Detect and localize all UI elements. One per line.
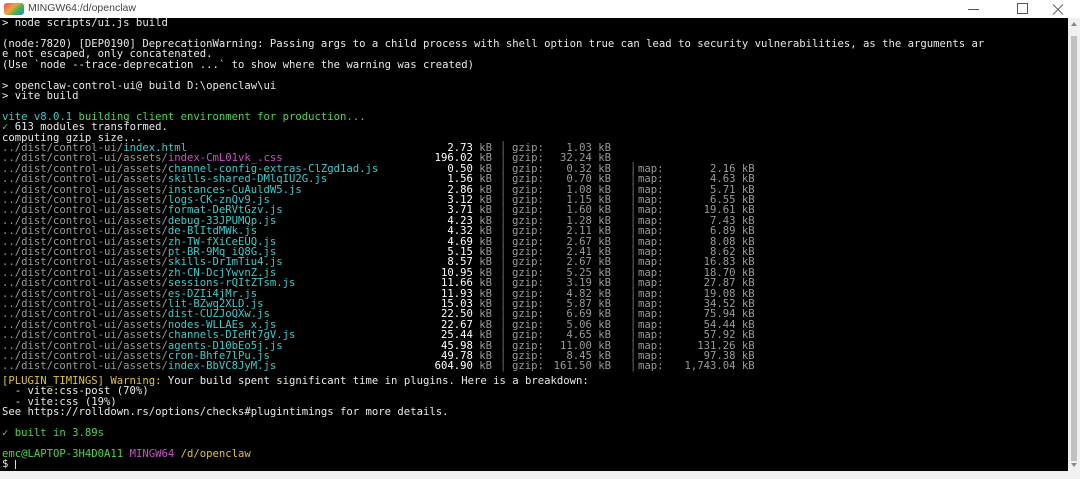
scroll-down-arrow-icon[interactable] <box>1071 463 1077 467</box>
file-name: index-BbVC8JyM.js <box>167 360 277 373</box>
gzip-value: 161.50 <box>553 360 592 373</box>
title-bar: MINGW64:/d/openclaw <box>0 0 1080 18</box>
minimize-icon[interactable] <box>950 0 996 18</box>
column-separator: │ <box>630 360 637 373</box>
map-value: 1,743.04 <box>684 360 736 373</box>
terminal-output[interactable]: > node scripts/ui.js build (node:7820) [… <box>0 18 1068 471</box>
close-icon[interactable] <box>1034 0 1080 18</box>
prompt-system: MINGW64 <box>123 447 175 460</box>
prompt-symbol: $ <box>2 458 15 471</box>
column-separator: │ <box>500 360 507 373</box>
terminal-line: See https://rolldown.rs/options/checks#p… <box>2 406 449 419</box>
map-size: map: 1,743.04 kB <box>638 360 755 373</box>
map-label: map: <box>638 360 664 373</box>
terminal-line: (Use `node --trace-deprecation ...` to s… <box>2 58 474 71</box>
gzip-unit: kB <box>591 360 612 373</box>
build-time: built in 3.89s <box>8 427 105 439</box>
npm-script-text: > vite build <box>2 90 79 102</box>
terminal-line: > node scripts/ui.js build <box>2 18 168 28</box>
file-size-unit: kB <box>472 360 492 373</box>
prompt-user: emc@LAPTOP-3H4D0A11 <box>2 447 124 460</box>
prompt-path: /d/openclaw <box>174 447 251 460</box>
gzip-size: gzip: 161.50 kB <box>512 360 612 373</box>
file-size-value: 604.90 <box>434 360 473 373</box>
map-unit: kB <box>735 360 755 373</box>
file-size: 604.90 kB <box>412 360 492 373</box>
file-path: ../dist/control-ui/assets/index-BbVC8JyM… <box>2 360 277 373</box>
text-cursor <box>14 459 16 469</box>
plugin-timings-message: Your build spent significant time in plu… <box>161 375 589 387</box>
terminal-line: ✓ built in 3.89s <box>2 427 105 439</box>
warning-text: (Use `node --trace-deprecation ...` to s… <box>2 58 474 71</box>
vertical-scrollbar[interactable] <box>1068 18 1080 471</box>
scrollbar-thumb[interactable] <box>1071 36 1077 461</box>
terminal-input-line[interactable]: $ <box>2 459 16 469</box>
details-link-text: See https://rolldown.rs/options/checks#p… <box>2 406 449 419</box>
file-dir: ../dist/control-ui/assets/ <box>2 360 168 373</box>
terminal-line: > vite build <box>2 90 79 102</box>
terminal-line: emc@LAPTOP-3H4D0A11 MINGW64 /d/openclaw <box>2 447 251 460</box>
window-bottom-border <box>0 471 1080 479</box>
scroll-up-arrow-icon[interactable] <box>1071 22 1077 26</box>
mintty-app-icon <box>4 3 24 15</box>
command-text: > node scripts/ui.js build <box>2 18 168 29</box>
window-title: MINGW64:/d/openclaw <box>28 2 136 14</box>
gzip-label: gzip: <box>512 360 544 373</box>
